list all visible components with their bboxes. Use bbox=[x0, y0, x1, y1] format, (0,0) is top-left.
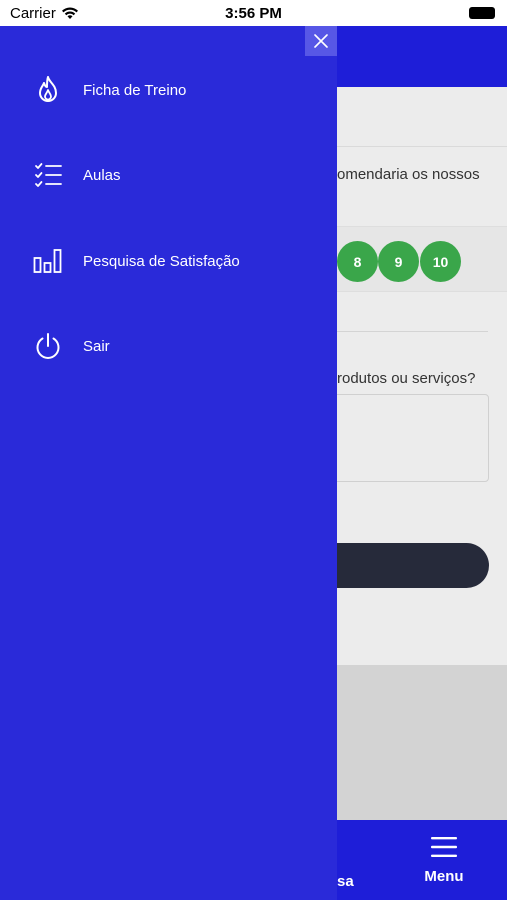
menu-item-label: Aulas bbox=[83, 166, 121, 184]
menu-item-aulas[interactable]: Aulas bbox=[33, 160, 121, 190]
menu-item-label: Ficha de Treino bbox=[83, 81, 187, 99]
score-10-button[interactable]: 10 bbox=[420, 241, 461, 282]
tab-pesquisa-label[interactable]: sa bbox=[337, 873, 354, 890]
menu-item-ficha-de-treino[interactable]: Ficha de Treino bbox=[33, 75, 186, 105]
score-8-button[interactable]: 8 bbox=[337, 241, 378, 282]
menu-item-label: Sair bbox=[83, 337, 110, 355]
nps-question: omendaria os nossos bbox=[337, 166, 480, 183]
bar-chart-icon bbox=[33, 246, 63, 276]
close-drawer-button[interactable] bbox=[305, 26, 337, 56]
score-9-button[interactable]: 9 bbox=[378, 241, 419, 282]
menu-item-pesquisa-de-satisfacao[interactable]: Pesquisa de Satisfação bbox=[33, 246, 240, 276]
tab-menu-label: Menu bbox=[424, 868, 464, 885]
menu-item-sair[interactable]: Sair bbox=[33, 331, 110, 361]
tab-menu[interactable]: Menu bbox=[414, 836, 474, 885]
feedback-question: rodutos ou serviços? bbox=[337, 370, 476, 387]
checklist-icon bbox=[33, 160, 63, 190]
battery-icon bbox=[469, 7, 495, 19]
hamburger-icon bbox=[431, 837, 457, 857]
flame-icon bbox=[33, 75, 63, 105]
status-bar: Carrier 3:56 PM bbox=[0, 0, 507, 26]
power-icon bbox=[33, 331, 63, 361]
navigation-drawer: Ficha de Treino Aulas Pesquisa de Satisf… bbox=[0, 26, 337, 900]
menu-item-label: Pesquisa de Satisfação bbox=[83, 252, 240, 270]
close-icon bbox=[314, 34, 328, 48]
status-time: 3:56 PM bbox=[225, 5, 282, 22]
